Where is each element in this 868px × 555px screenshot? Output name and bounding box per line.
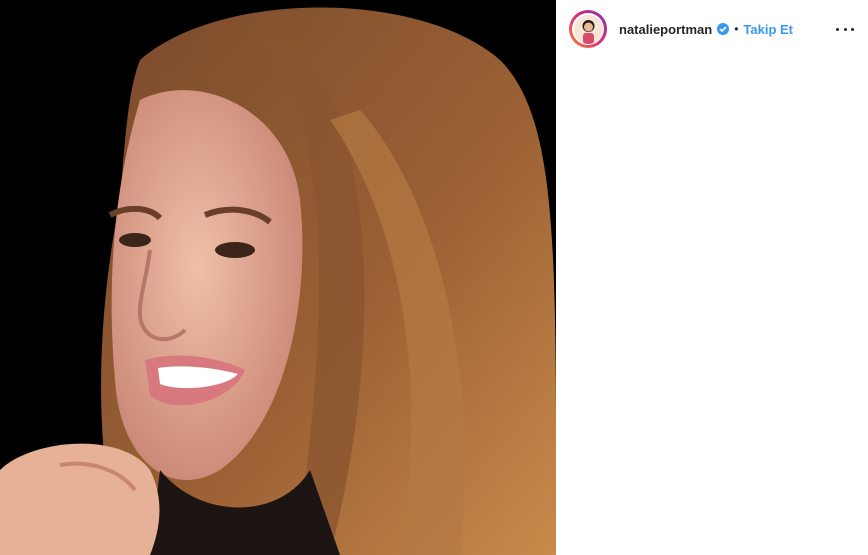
post-media[interactable] [0, 0, 556, 555]
separator-dot: • [734, 22, 739, 36]
avatar-image [573, 14, 603, 44]
avatar[interactable] [569, 10, 607, 48]
post-header: natalieportman • Takip Et [556, 0, 868, 58]
more-options-icon[interactable] [836, 27, 854, 31]
follow-button[interactable]: Takip Et [743, 22, 793, 37]
avatar-illustration [573, 14, 603, 44]
verified-badge-icon [717, 23, 730, 35]
username-link[interactable]: natalieportman [619, 22, 712, 37]
post-photo [0, 0, 556, 555]
avatar-ring [572, 13, 604, 45]
post-sidebar: natalieportman • Takip Et [556, 0, 868, 555]
